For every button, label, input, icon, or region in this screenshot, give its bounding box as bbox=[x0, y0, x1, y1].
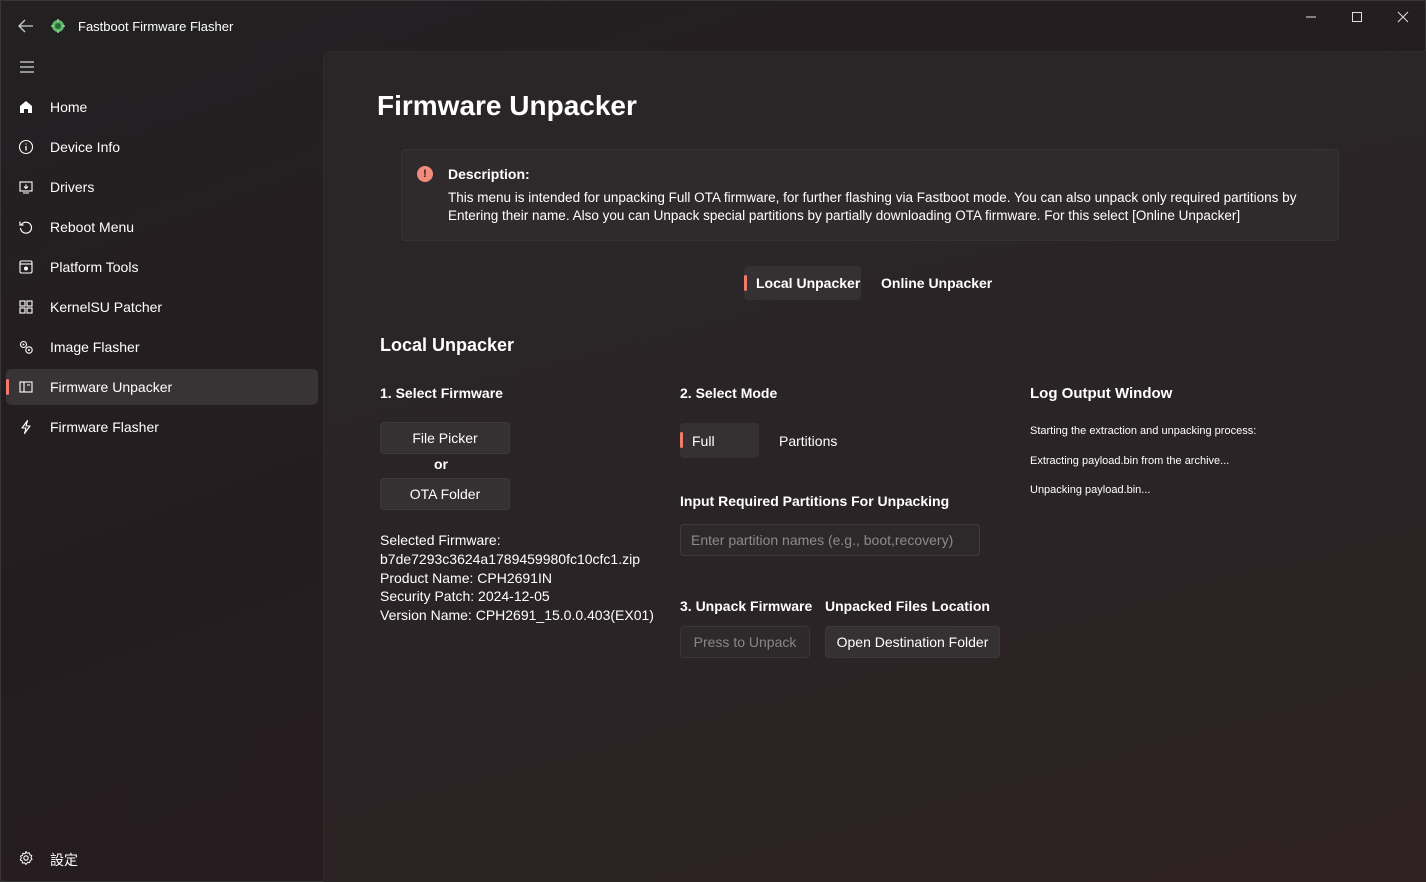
sidebar-item-settings[interactable]: 設定 bbox=[6, 840, 318, 876]
file-picker-button[interactable]: File Picker bbox=[380, 422, 510, 454]
close-icon bbox=[1397, 11, 1409, 23]
product-name: Product Name: CPH2691IN bbox=[380, 569, 552, 586]
description-text: This menu is intended for unpacking Full… bbox=[448, 190, 1297, 223]
location-heading: Unpacked Files Location bbox=[825, 598, 990, 614]
selected-firmware-filename: b7de7293c3624a1789459980fc10cfc1.zip bbox=[380, 550, 641, 567]
sidebar-item-reboot-menu[interactable]: Reboot Menu bbox=[6, 209, 318, 245]
selection-indicator bbox=[6, 379, 9, 395]
step3-heading: 3. Unpack Firmware bbox=[680, 598, 813, 614]
minimize-icon bbox=[1306, 16, 1316, 18]
description-infobar: ! Description: This menu is intended for… bbox=[401, 149, 1339, 241]
sidebar-item-label: Device Info bbox=[50, 139, 121, 155]
step1-heading: 1. Select Firmware bbox=[380, 385, 503, 401]
firmware-details: Selected Firmware: b7de7293c3624a1789459… bbox=[380, 531, 654, 625]
sidebar-item-label: Image Flasher bbox=[50, 339, 140, 355]
log-line: Unpacking payload.bin... bbox=[1030, 484, 1151, 496]
selection-indicator bbox=[744, 275, 747, 291]
close-button[interactable] bbox=[1380, 1, 1426, 33]
reboot-icon bbox=[17, 218, 35, 236]
info-icon bbox=[17, 138, 35, 156]
gear-icon bbox=[17, 849, 35, 867]
unpack-button[interactable]: Press to Unpack bbox=[680, 626, 810, 658]
app-window: Fastboot Firmware Flasher Home Device In… bbox=[0, 0, 1426, 882]
or-separator: or bbox=[434, 456, 448, 472]
flash-icon bbox=[17, 418, 35, 436]
open-destination-folder-button[interactable]: Open Destination Folder bbox=[825, 626, 1000, 658]
tab-label: Local Unpacker bbox=[756, 275, 861, 291]
sidebar-item-label: Home bbox=[50, 99, 88, 115]
version-name: Version Name: CPH2691_15.0.0.403(EX01) bbox=[380, 607, 654, 624]
log-window-title: Log Output Window bbox=[1030, 385, 1173, 402]
back-button[interactable] bbox=[13, 14, 39, 38]
mode-label: Partitions bbox=[779, 432, 838, 449]
gears-icon bbox=[17, 338, 35, 356]
navigation-sidebar: Home Device Info Drivers Reboot Menu Pla… bbox=[1, 51, 323, 882]
info-icon: ! bbox=[417, 166, 433, 182]
step2-heading: 2. Select Mode bbox=[680, 385, 778, 401]
drivers-icon bbox=[17, 178, 35, 196]
sidebar-item-device-info[interactable]: Device Info bbox=[6, 129, 318, 165]
mode-partitions-option[interactable]: Partitions bbox=[767, 423, 867, 458]
grid-icon bbox=[17, 298, 35, 316]
sidebar-item-firmware-unpacker[interactable]: Firmware Unpacker bbox=[6, 369, 318, 405]
tab-online-unpacker[interactable]: Online Unpacker bbox=[869, 266, 999, 300]
maximize-button[interactable] bbox=[1334, 1, 1380, 33]
selected-firmware-label: Selected Firmware: bbox=[380, 532, 501, 548]
sidebar-item-label: Firmware Flasher bbox=[50, 419, 159, 435]
sidebar-item-drivers[interactable]: Drivers bbox=[6, 169, 318, 205]
main-content: Firmware Unpacker ! Description: This me… bbox=[323, 51, 1426, 882]
selection-indicator bbox=[680, 432, 683, 448]
sidebar-item-label: Platform Tools bbox=[50, 259, 139, 275]
log-line: Starting the extraction and unpacking pr… bbox=[1030, 425, 1257, 437]
tab-label: Online Unpacker bbox=[881, 275, 993, 291]
sidebar-item-image-flasher[interactable]: Image Flasher bbox=[6, 329, 318, 365]
unpacker-icon bbox=[17, 378, 35, 396]
page-title: Firmware Unpacker bbox=[377, 90, 637, 121]
sidebar-item-label: Drivers bbox=[50, 179, 95, 195]
title-bar: Fastboot Firmware Flasher bbox=[1, 1, 1426, 51]
minimize-button[interactable] bbox=[1288, 1, 1334, 33]
back-arrow-icon bbox=[18, 19, 33, 33]
sidebar-item-home[interactable]: Home bbox=[6, 89, 318, 125]
tab-local-unpacker[interactable]: Local Unpacker bbox=[744, 266, 861, 300]
sidebar-item-label: KernelSU Patcher bbox=[50, 299, 163, 315]
sidebar-item-platform-tools[interactable]: Platform Tools bbox=[6, 249, 318, 285]
section-heading: Local Unpacker bbox=[380, 335, 515, 355]
mode-full-option[interactable]: Full bbox=[680, 423, 759, 458]
home-icon bbox=[17, 98, 35, 116]
description-title: Description: bbox=[448, 166, 530, 182]
security-patch: Security Patch: 2024-12-05 bbox=[380, 588, 550, 605]
ota-folder-button[interactable]: OTA Folder bbox=[380, 478, 510, 510]
mode-label: Full bbox=[692, 432, 715, 449]
platform-tools-icon bbox=[17, 258, 35, 276]
menu-toggle-button[interactable] bbox=[13, 55, 41, 79]
partitions-input[interactable]: Enter partition names (e.g., boot,recove… bbox=[680, 524, 980, 556]
window-title: Fastboot Firmware Flasher bbox=[78, 19, 234, 34]
sidebar-item-label: 設定 bbox=[50, 852, 78, 868]
partitions-input-label: Input Required Partitions For Unpacking bbox=[680, 493, 950, 509]
sidebar-item-kernelsu-patcher[interactable]: KernelSU Patcher bbox=[6, 289, 318, 325]
log-line: Extracting payload.bin from the archive.… bbox=[1030, 455, 1230, 467]
maximize-icon bbox=[1352, 12, 1362, 22]
sidebar-item-label: Reboot Menu bbox=[50, 219, 135, 235]
sidebar-item-firmware-flasher[interactable]: Firmware Flasher bbox=[6, 409, 318, 445]
hamburger-icon bbox=[20, 61, 34, 73]
sidebar-item-label: Firmware Unpacker bbox=[50, 379, 173, 395]
app-logo-icon bbox=[50, 18, 66, 34]
